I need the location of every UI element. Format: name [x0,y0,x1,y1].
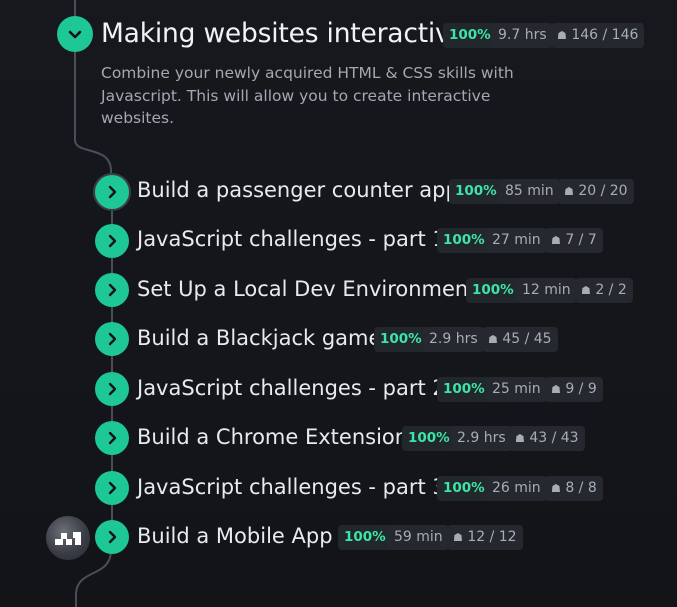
section-description: Combine your newly acquired HTML & CSS s… [101,64,514,127]
lesson-percent-badge: 100% [374,327,428,352]
ghost-icon: ☗ [551,234,561,247]
lesson-open-button[interactable] [95,322,129,356]
section-percent-badge: 100% [443,23,497,48]
lesson-duration-badge: 27 min [486,228,547,253]
lesson-percent-badge: 100% [437,377,491,402]
lesson-duration-badge: 25 min [486,377,547,402]
lesson-duration-badge: 2.9 hrs [423,327,484,352]
chevron-right-icon [108,234,117,248]
lesson-title[interactable]: Set Up a Local Dev Environment [137,277,476,301]
section-count: 146 / 146 [571,27,639,43]
chevron-right-icon [108,332,117,346]
lesson-count-badge: ☗ 12 / 12 [447,525,523,550]
lesson-count: 9 / 9 [565,381,597,397]
lesson-open-button[interactable] [95,224,129,258]
lesson-count-badge: ☗ 2 / 2 [575,278,633,303]
avatar-logo-icon [55,532,81,545]
lesson-duration-badge: 2.9 hrs [451,426,512,451]
lesson-count: 45 / 45 [502,331,552,347]
lesson-title[interactable]: JavaScript challenges - part 2 [137,376,446,400]
lesson-count: 12 / 12 [467,529,517,545]
timeline-line-main [74,52,76,140]
lesson-count-badge: ☗ 9 / 9 [545,377,603,402]
lesson-title[interactable]: Build a passenger counter app [137,178,459,202]
lesson-count: 8 / 8 [565,480,597,496]
lesson-percent-badge: 100% [338,525,392,550]
lesson-title[interactable]: JavaScript challenges - part 1 [137,227,446,251]
lesson-open-button[interactable] [95,175,129,209]
section-duration-badge: 9.7 hrs [492,23,553,48]
ghost-icon: ☗ [515,432,525,445]
lesson-percent-badge: 100% [437,476,491,501]
lesson-percent-badge: 100% [466,278,520,303]
lesson-title[interactable]: Build a Blackjack game [137,326,381,350]
lesson-count-badge: ☗ 43 / 43 [509,426,585,451]
lesson-duration-badge: 12 min [516,278,577,303]
lesson-duration-badge: 26 min [486,476,547,501]
ghost-icon: ☗ [557,29,567,42]
chevron-right-icon [108,185,117,199]
lesson-open-button[interactable] [95,372,129,406]
lesson-percent-badge: 100% [449,179,503,204]
avatar[interactable] [46,516,90,560]
chevron-down-icon [68,30,82,39]
ghost-icon: ☗ [488,333,498,346]
lesson-percent-badge: 100% [402,426,456,451]
chevron-right-icon [108,530,117,544]
chevron-right-icon [108,431,117,445]
lesson-title[interactable]: Build a Mobile App [137,524,333,548]
chevron-right-icon [108,382,117,396]
ghost-icon: ☗ [564,185,574,198]
chevron-right-icon [108,283,117,297]
ghost-icon: ☗ [551,482,561,495]
lesson-open-button[interactable] [95,421,129,455]
timeline-line-top [74,0,76,16]
lesson-duration-badge: 59 min [388,525,449,550]
lesson-open-button[interactable] [95,520,129,554]
ghost-icon: ☗ [581,284,591,297]
lesson-count-badge: ☗ 20 / 20 [558,179,634,204]
section-count-badge: ☗ 146 / 146 [551,23,645,48]
lesson-count-badge: ☗ 7 / 7 [545,228,603,253]
lesson-count: 7 / 7 [565,232,597,248]
section-toggle-button[interactable] [57,16,93,52]
chevron-right-icon [108,481,117,495]
section-title[interactable]: Making websites interactive [101,18,467,49]
ghost-icon: ☗ [453,531,463,544]
lesson-duration-badge: 85 min [499,179,560,204]
lesson-count-badge: ☗ 8 / 8 [545,476,603,501]
lesson-title[interactable]: Build a Chrome Extension [137,425,408,449]
lesson-title[interactable]: JavaScript challenges - part 3 [137,475,446,499]
lesson-count: 2 / 2 [595,282,627,298]
lesson-percent-badge: 100% [437,228,491,253]
lesson-count: 43 / 43 [529,430,579,446]
lesson-count: 20 / 20 [578,183,628,199]
lesson-open-button[interactable] [95,273,129,307]
lesson-open-button[interactable] [95,471,129,505]
lesson-count-badge: ☗ 45 / 45 [482,327,558,352]
ghost-icon: ☗ [551,383,561,396]
